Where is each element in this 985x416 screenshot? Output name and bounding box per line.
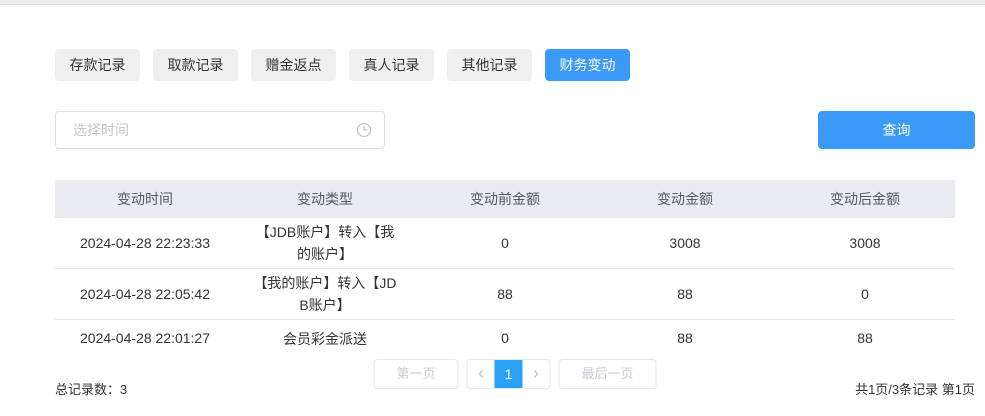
cell-change-amount: 88 (595, 327, 775, 349)
cell-change-type: 【JDB账户】转入【我的账户】 (235, 221, 415, 265)
next-page-icon[interactable]: › (523, 360, 550, 388)
table-footer: 第一页 ‹ 1 › 最后一页 总记录数：3 共1页/3条记录 第1页 (55, 358, 975, 399)
cell-amount-before: 0 (415, 232, 595, 254)
current-page[interactable]: 1 (495, 360, 523, 388)
date-input[interactable] (71, 121, 356, 139)
cell-change-time: 2024-04-28 22:23:33 (55, 232, 235, 254)
query-button[interactable]: 查询 (818, 111, 975, 149)
records-table: 变动时间 变动类型 变动前金额 变动金额 变动后金额 2024-04-28 22… (55, 180, 955, 356)
record-tabs: 存款记录 取款记录 赠金返点 真人记录 其他记录 财务变动 (55, 49, 975, 81)
date-picker[interactable] (55, 111, 385, 149)
cell-change-time: 2024-04-28 22:01:27 (55, 327, 235, 349)
cell-change-type: 【我的账户】转入【JDB账户】 (235, 272, 415, 316)
cell-amount-after: 0 (775, 283, 955, 305)
tab-bonus-rebate[interactable]: 赠金返点 (251, 49, 336, 81)
cell-change-amount: 88 (595, 283, 775, 305)
column-header-change-amount: 变动金额 (595, 189, 775, 209)
table-row: 2024-04-28 22:05:42 【我的账户】转入【JDB账户】 88 8… (55, 269, 955, 320)
column-header-amount-before: 变动前金额 (415, 189, 595, 209)
tab-deposit-records[interactable]: 存款记录 (55, 49, 140, 81)
pagination: 第一页 ‹ 1 › 最后一页 (373, 359, 656, 389)
table-header: 变动时间 变动类型 变动前金额 变动金额 变动后金额 (55, 180, 955, 218)
cell-amount-before: 0 (415, 327, 595, 349)
filter-row: 查询 (55, 111, 975, 149)
column-header-change-time: 变动时间 (55, 189, 235, 209)
cell-change-time: 2024-04-28 22:05:42 (55, 283, 235, 305)
change-type-text: 【JDB账户】转入【我的账户】 (249, 221, 401, 265)
tab-other-records[interactable]: 其他记录 (447, 49, 532, 81)
page-summary-label: 共1页/3条记录 第1页 (855, 379, 975, 398)
page-group: ‹ 1 › (467, 359, 551, 389)
prev-page-icon[interactable]: ‹ (468, 360, 495, 388)
cell-amount-after: 3008 (775, 232, 955, 254)
last-page-button[interactable]: 最后一页 (559, 359, 657, 389)
first-page-button[interactable]: 第一页 (373, 359, 458, 389)
clock-icon[interactable] (356, 122, 372, 138)
total-records-label: 总记录数：3 (55, 379, 127, 398)
cell-change-amount: 3008 (595, 232, 775, 254)
records-page: 存款记录 取款记录 赠金返点 真人记录 其他记录 财务变动 查询 变动时间 变动… (0, 5, 985, 399)
column-header-amount-after: 变动后金额 (775, 189, 955, 209)
column-header-change-type: 变动类型 (235, 189, 415, 209)
change-type-text: 【我的账户】转入【JDB账户】 (249, 272, 401, 316)
table-row: 2024-04-28 22:23:33 【JDB账户】转入【我的账户】 0 30… (55, 218, 955, 269)
cell-change-type: 会员彩金派送 (235, 326, 415, 349)
change-type-text: 会员彩金派送 (283, 328, 367, 350)
tab-finance-changes[interactable]: 财务变动 (545, 49, 630, 81)
cell-amount-after: 88 (775, 327, 955, 349)
tab-withdrawal-records[interactable]: 取款记录 (153, 49, 238, 81)
table-row: 2024-04-28 22:01:27 会员彩金派送 0 88 88 (55, 320, 955, 356)
tab-live-records[interactable]: 真人记录 (349, 49, 434, 81)
cell-amount-before: 88 (415, 283, 595, 305)
